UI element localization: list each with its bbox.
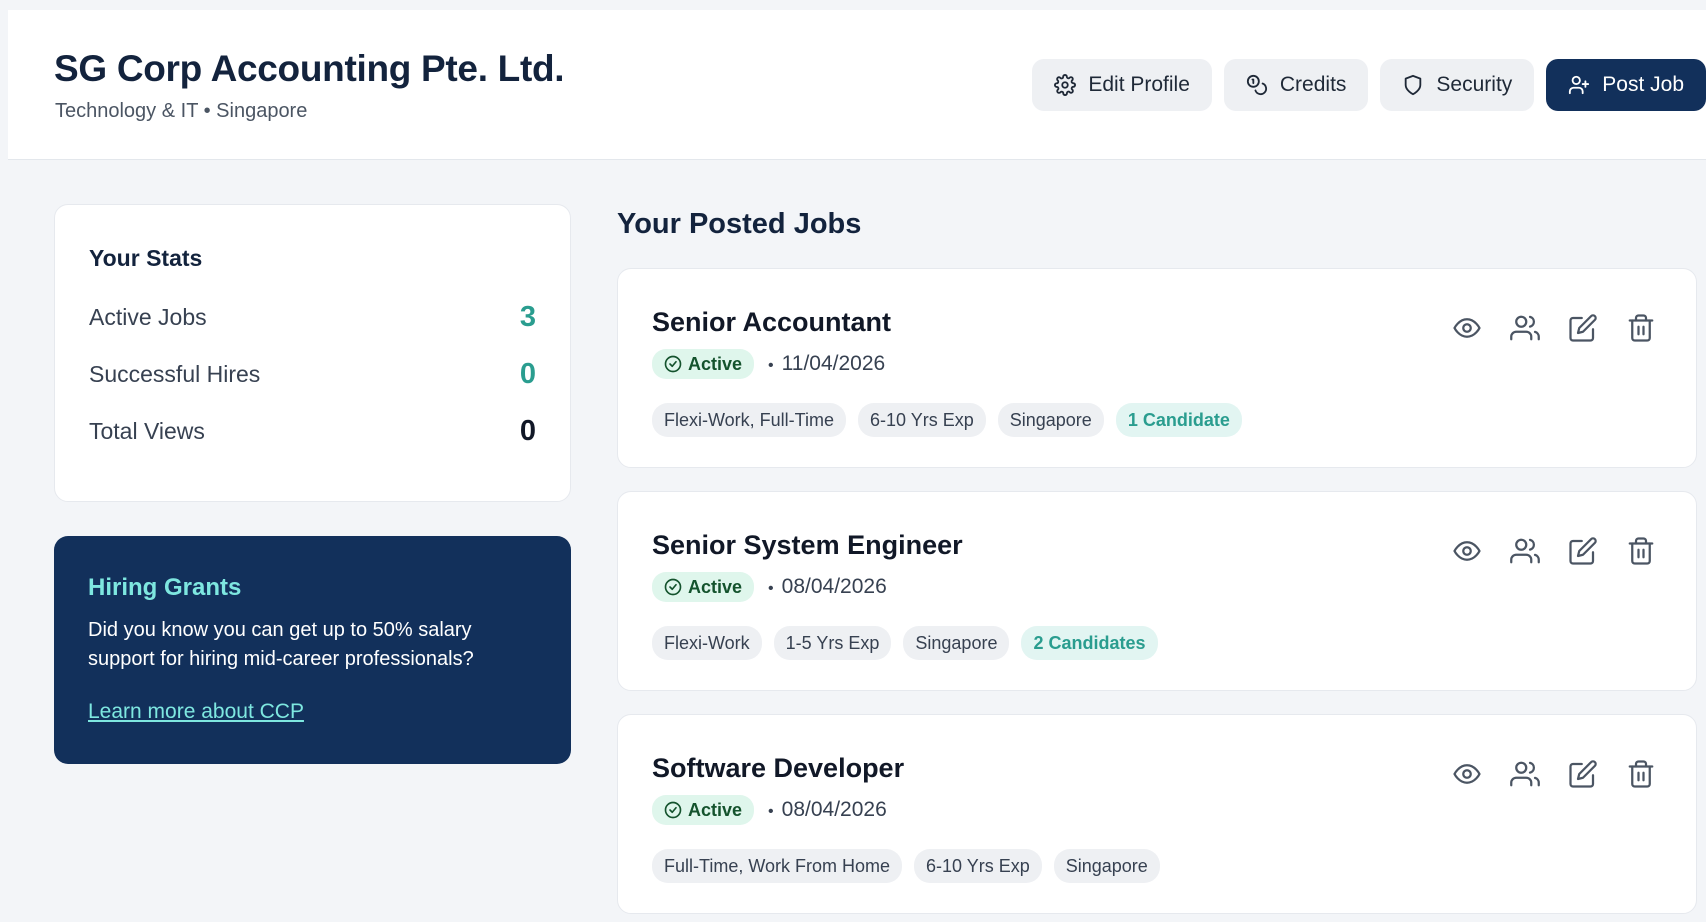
job-date: 11/04/2026 [768,352,886,376]
status-text: Active [688,353,743,374]
users-icon [1510,538,1540,564]
candidates-badge[interactable]: 1 Candidate [1115,403,1242,437]
check-circle-icon [664,578,682,596]
security-button[interactable]: Security [1380,59,1535,111]
edit-job-button[interactable] [1568,313,1598,343]
learn-more-ccp-link[interactable]: Learn more about CCP [88,700,304,724]
tag-location: Singapore [903,626,1010,660]
credits-label: Credits [1279,73,1347,96]
stat-value: 0 [519,414,536,447]
posted-jobs-title: Your Posted Jobs [617,208,862,240]
job-date: 08/04/2026 [768,798,887,822]
job-card: Software Developer Active 08/04/2026 Ful… [617,714,1697,914]
edit-job-button[interactable] [1568,536,1598,566]
users-icon [1510,315,1540,341]
view-candidates-button[interactable] [1510,759,1540,789]
shield-icon [1405,74,1422,96]
edit-job-button[interactable] [1568,759,1598,789]
grants-text: Did you know you can get up to 50% salar… [88,619,474,670]
job-meta: Active 11/04/2026 [652,349,885,379]
job-card: Senior System Engineer Active 08/04/2026… [617,491,1697,691]
job-meta: Active 08/04/2026 [652,572,887,602]
header-actions: Edit Profile Credits Security Post Job [1032,59,1706,111]
stat-label: Total Views [89,417,205,444]
status-badge: Active [652,572,755,602]
stats-title: Your Stats [89,245,203,271]
tag-experience: 6-10 Yrs Exp [858,403,986,437]
job-title: Senior System Engineer [652,530,963,560]
status-badge: Active [652,349,755,379]
post-job-button[interactable]: Post Job [1546,59,1706,111]
job-title: Software Developer [652,753,905,783]
edit-icon [1569,760,1597,788]
check-circle-icon [664,355,682,373]
status-text: Active [688,799,743,820]
check-circle-icon [664,801,682,819]
trash-icon [1628,760,1654,788]
stat-value: 0 [519,357,536,390]
view-candidates-button[interactable] [1510,313,1540,343]
tag-work-type: Flexi-Work, Full-Time [652,403,846,437]
grants-title: Hiring Grants [88,574,242,601]
stat-label: Successful Hires [89,360,261,387]
view-job-button[interactable] [1452,536,1482,566]
tag-location: Singapore [997,403,1104,437]
post-job-label: Post Job [1602,73,1684,96]
hiring-grants-card: Hiring Grants Did you know you can get u… [54,536,571,764]
job-actions [1452,759,1656,789]
delete-job-button[interactable] [1626,313,1656,343]
job-tags: Flexi-Work 1-5 Yrs Exp Singapore 2 Candi… [652,626,1158,660]
company-subtitle: Technology & IT • Singapore [55,100,308,122]
job-actions [1452,313,1656,343]
gear-icon [1054,74,1077,96]
stat-successful-hires: Successful Hires 0 [89,354,536,394]
status-badge: Active [652,795,755,825]
security-label: Security [1436,73,1513,96]
credits-button[interactable]: Credits [1223,59,1369,111]
job-tags: Flexi-Work, Full-Time 6-10 Yrs Exp Singa… [652,403,1242,437]
tag-work-type: Flexi-Work [652,626,762,660]
view-candidates-button[interactable] [1510,536,1540,566]
profile-header: SG Corp Accounting Pte. Ltd. Technology … [8,10,1706,160]
job-actions [1452,536,1656,566]
delete-job-button[interactable] [1626,759,1656,789]
tag-experience: 1-5 Yrs Exp [773,626,892,660]
view-job-button[interactable] [1452,759,1482,789]
coins-icon [1246,74,1267,96]
stat-label: Active Jobs [89,303,207,330]
user-plus-icon [1569,75,1590,95]
stat-active-jobs: Active Jobs 3 [89,297,536,337]
edit-icon [1569,537,1597,565]
edit-icon [1569,314,1597,342]
trash-icon [1628,314,1654,342]
tag-location: Singapore [1053,849,1160,883]
stats-card: Your Stats Active Jobs 3 Successful Hire… [54,204,571,502]
company-name: SG Corp Accounting Pte. Ltd. [54,48,565,89]
job-card: Senior Accountant Active 11/04/2026 Flex… [617,268,1697,468]
stat-total-views: Total Views 0 [89,411,536,451]
eye-icon [1453,318,1481,338]
job-title: Senior Accountant [652,307,892,337]
edit-profile-label: Edit Profile [1088,73,1190,96]
status-text: Active [688,576,743,597]
job-date: 08/04/2026 [768,575,887,599]
tag-work-type: Full-Time, Work From Home [652,849,903,883]
delete-job-button[interactable] [1626,536,1656,566]
users-icon [1510,761,1540,787]
edit-profile-button[interactable]: Edit Profile [1032,59,1212,111]
job-meta: Active 08/04/2026 [652,795,887,825]
tag-experience: 6-10 Yrs Exp [914,849,1042,883]
eye-icon [1453,764,1481,784]
trash-icon [1628,537,1654,565]
view-job-button[interactable] [1452,313,1482,343]
candidates-badge[interactable]: 2 Candidates [1021,626,1158,660]
stat-value: 3 [519,300,536,333]
job-tags: Full-Time, Work From Home 6-10 Yrs Exp S… [652,849,1160,883]
eye-icon [1453,541,1481,561]
